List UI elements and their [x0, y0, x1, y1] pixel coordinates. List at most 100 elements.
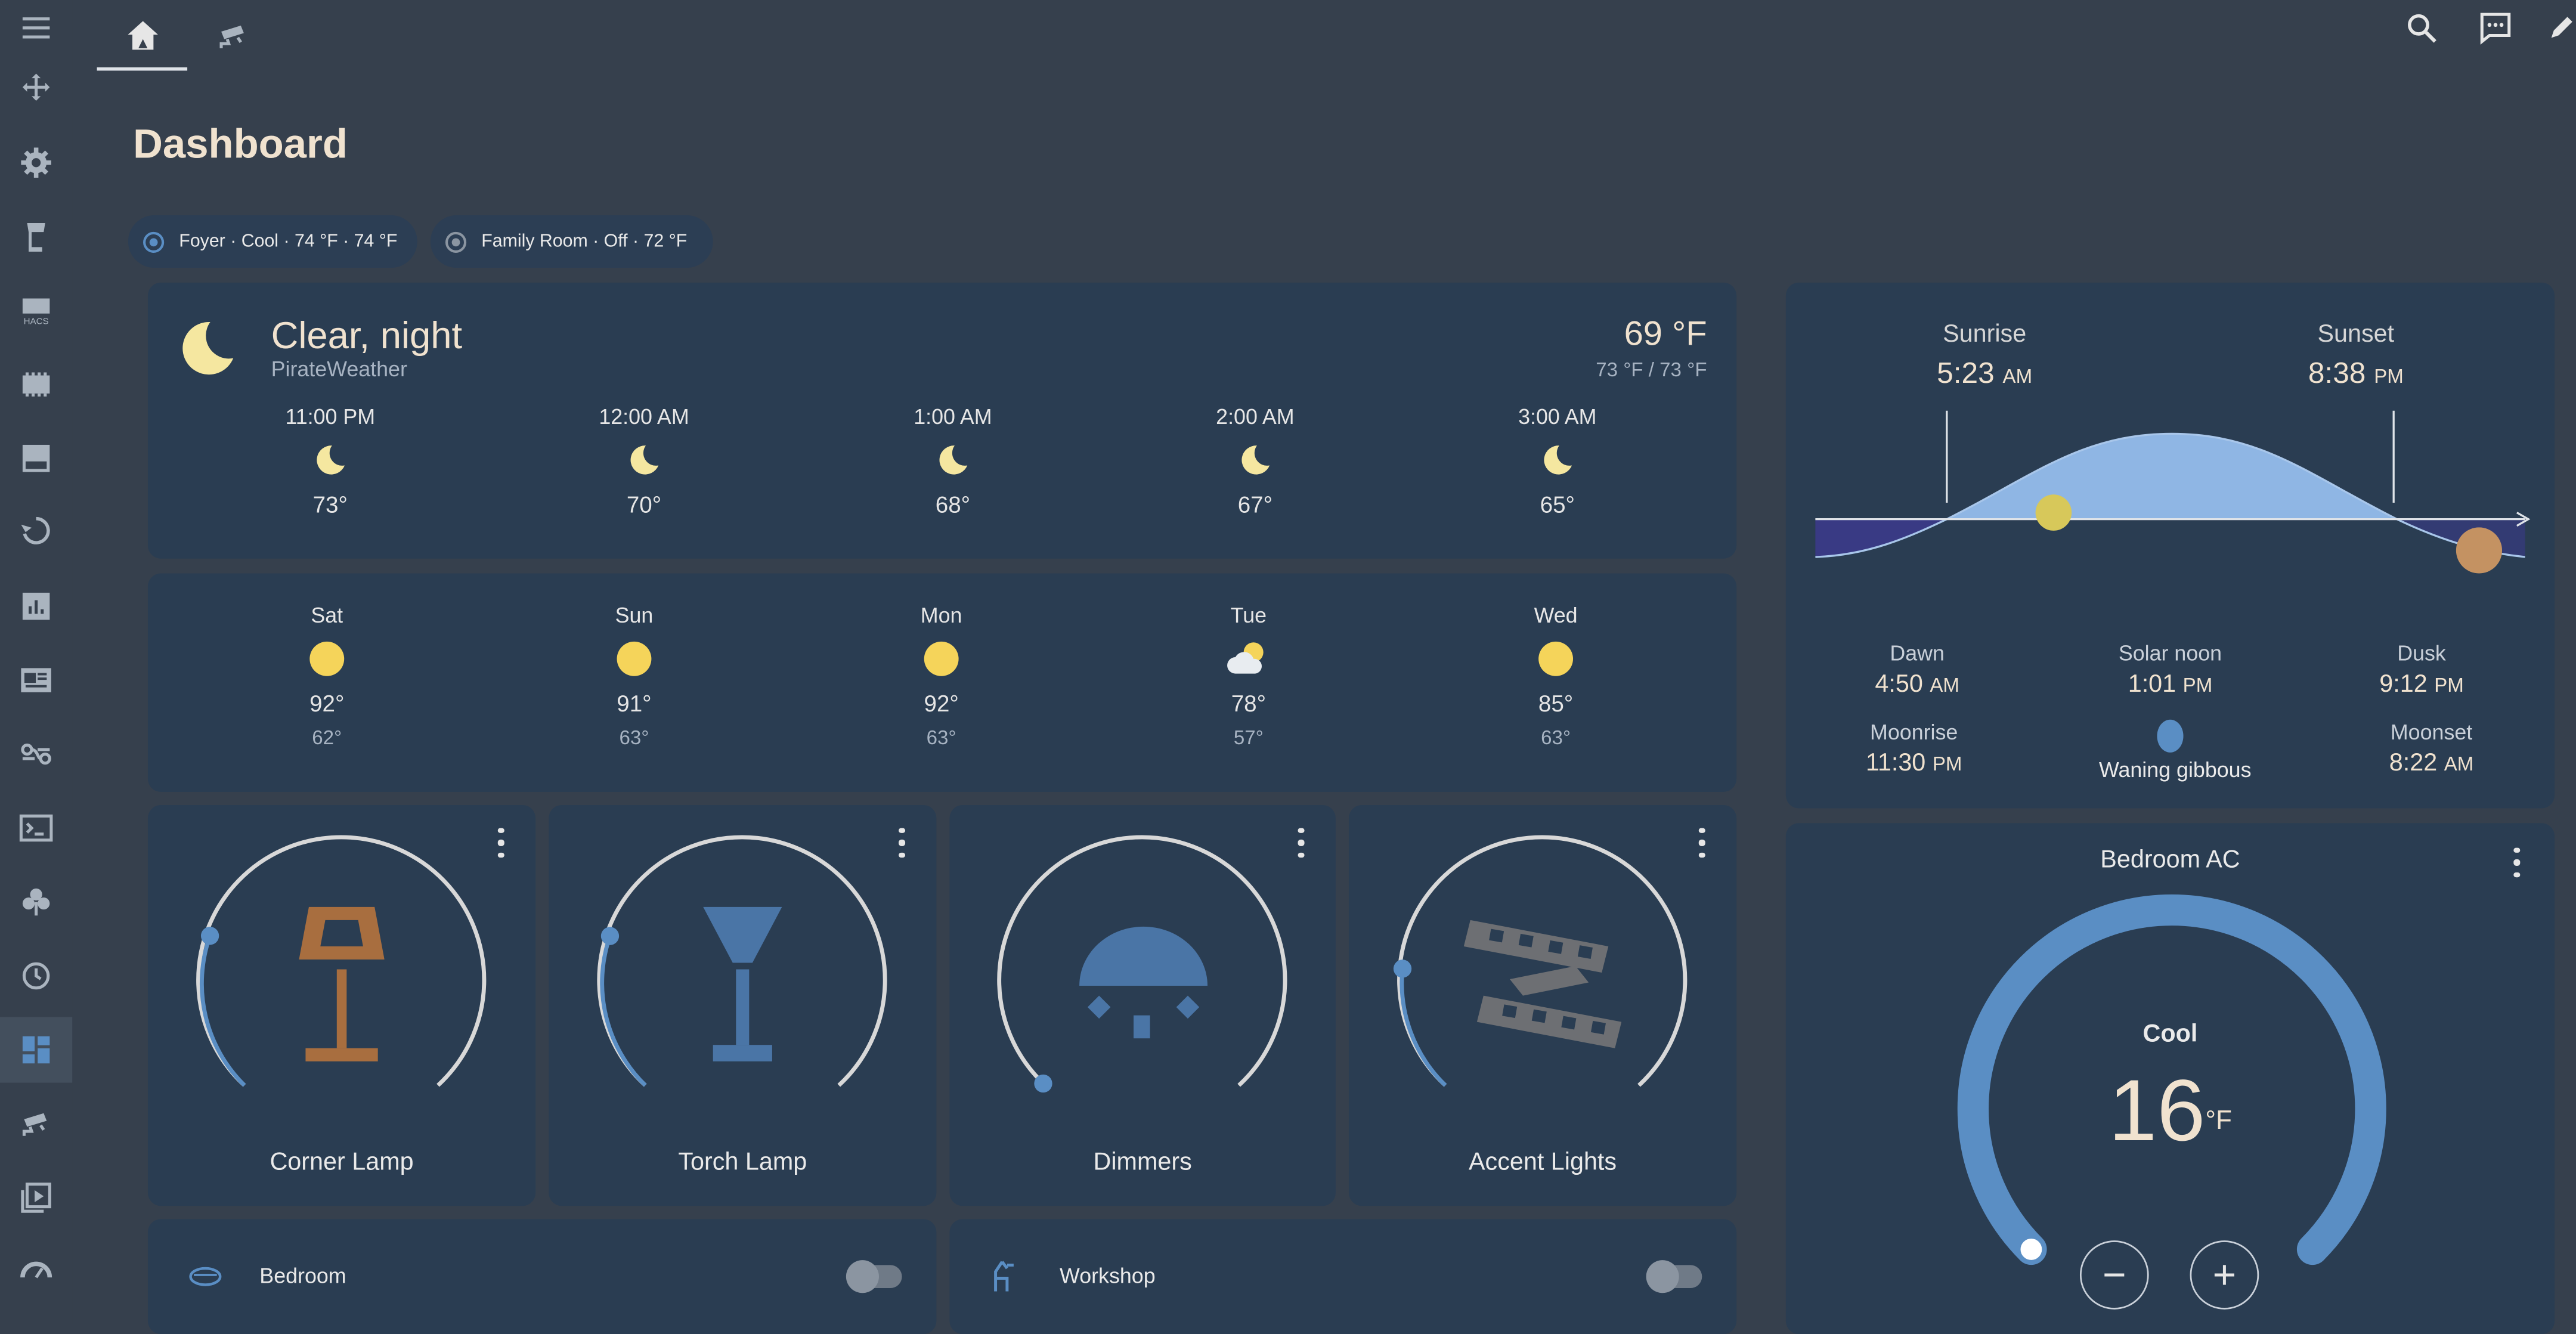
- chart-bar-icon[interactable]: [0, 574, 72, 639]
- hub-nodes-icon[interactable]: [0, 721, 72, 787]
- weather-source: PirateWeather: [271, 356, 407, 382]
- chip-family-room-thermostat[interactable]: Family Room · Off · 72 °F: [430, 215, 713, 268]
- hacs-label: HACS: [24, 316, 49, 326]
- weather-range: 73 °F / 73 °F: [1596, 358, 1707, 382]
- room-card-bedroom[interactable]: Bedroom: [147, 1219, 937, 1334]
- moon-icon: [1241, 445, 1270, 475]
- room-card-workshop[interactable]: Workshop: [949, 1219, 1737, 1334]
- bedroom-toggle[interactable]: [846, 1260, 902, 1293]
- more-options-button[interactable]: [496, 828, 506, 858]
- thermostat-icon: [143, 231, 165, 252]
- dawn-label: Dawn: [1890, 640, 1945, 666]
- decrease-temp-button[interactable]: [2079, 1240, 2149, 1310]
- dusk-time: 9:12 PM: [2379, 670, 2464, 698]
- moon-marker: [2035, 494, 2072, 531]
- partly-cloudy-icon: [1227, 642, 1264, 674]
- moon-icon: [182, 321, 234, 375]
- light-card-torch-lamp[interactable]: Torch Lamp: [549, 805, 937, 1206]
- history-icon[interactable]: [0, 943, 72, 1008]
- weather-temperature: 69 °F: [1624, 315, 1707, 354]
- forecast-day: Wed: [1534, 603, 1578, 628]
- hourly-forecast-0: 11:00 PM 73°: [231, 404, 429, 518]
- chip-foyer-thermostat[interactable]: Foyer · Cool · 74 °F · 74 °F: [128, 215, 417, 268]
- tab-home[interactable]: [97, 0, 188, 71]
- forecast-high: 92°: [924, 690, 959, 717]
- newspaper-icon[interactable]: [0, 648, 72, 713]
- search-button[interactable]: [2400, 7, 2443, 49]
- light-card-dimmers[interactable]: Dimmers: [949, 805, 1336, 1206]
- sun-icon: [309, 641, 345, 676]
- cctv-icon: [219, 24, 244, 48]
- tab-cameras[interactable]: [194, 0, 273, 70]
- page-title: Dashboard: [133, 121, 348, 168]
- arrows-move-icon[interactable]: [0, 56, 72, 122]
- increase-temp-button[interactable]: [2190, 1240, 2259, 1310]
- memory-chip-icon[interactable]: [0, 352, 72, 417]
- forecast-low: 62°: [312, 726, 342, 750]
- room-name: Workshop: [1060, 1263, 1156, 1288]
- moonset-time: 8:22 AM: [2389, 749, 2474, 778]
- home-roof-icon: [127, 20, 157, 49]
- daily-forecast-card[interactable]: Sat 92° 62° Sun 91° 63° Mon 92° 63° Tue …: [147, 573, 1737, 792]
- forecast-time: 2:00 AM: [1216, 404, 1295, 429]
- media-play-icon[interactable]: [0, 1165, 72, 1230]
- hourly-forecast-3: 2:00 AM 67°: [1157, 404, 1354, 518]
- slider-handle[interactable]: [600, 927, 620, 945]
- edit-pencil-icon: [2551, 17, 2572, 38]
- hacs-store-icon[interactable]: HACS: [0, 278, 72, 343]
- daily-forecast-3: Tue 78° 57°: [1150, 603, 1348, 749]
- moon-phase: Waning gibbous: [2098, 757, 2252, 782]
- menu-icon[interactable]: [0, 0, 72, 61]
- light-name: Corner Lamp: [270, 1148, 414, 1177]
- hourly-forecast-1: 12:00 AM 70°: [546, 404, 743, 518]
- dial-handle[interactable]: [2017, 1235, 2045, 1264]
- dawn-time: 4:50 AM: [1875, 670, 1959, 698]
- console-icon[interactable]: [0, 795, 72, 861]
- server-icon[interactable]: [0, 426, 72, 491]
- slider-handle[interactable]: [1034, 1074, 1052, 1093]
- moon-phase-icon: [2157, 719, 2184, 753]
- light-card-corner-lamp[interactable]: Corner Lamp: [147, 805, 536, 1206]
- sun-card[interactable]: Sunrise 5:23 AM Sunset 8:38 PM Dawn 4:50…: [1785, 282, 2555, 809]
- gauge-icon[interactable]: [0, 1236, 72, 1301]
- forecast-time: 11:00 PM: [285, 404, 376, 429]
- sun-marker: [2456, 527, 2503, 574]
- led-strip-icon: [1463, 920, 1622, 1048]
- chess-rook-icon[interactable]: [0, 204, 72, 270]
- daily-forecast-0: Sat 92° 62°: [228, 603, 426, 749]
- thermostat-card[interactable]: Bedroom AC Cool 16°F: [1785, 823, 2555, 1334]
- slider-handle[interactable]: [1393, 960, 1412, 978]
- moon-icon: [939, 445, 968, 475]
- daily-forecast-2: Mon 92° 63°: [843, 603, 1040, 749]
- sidebar: HACS: [0, 0, 73, 1324]
- light-name: Dimmers: [1093, 1148, 1192, 1177]
- forecast-day: Tue: [1230, 603, 1267, 628]
- more-options-button[interactable]: [897, 828, 907, 858]
- forecast-low: 63°: [619, 726, 649, 750]
- forecast-high: 78°: [1231, 690, 1267, 717]
- assist-button[interactable]: [2474, 7, 2517, 49]
- workshop-toggle[interactable]: [1646, 1260, 1702, 1293]
- plus-icon: [2214, 1265, 2234, 1285]
- slider-handle[interactable]: [200, 927, 219, 945]
- moon-icon: [630, 445, 659, 475]
- restore-icon[interactable]: [0, 498, 72, 564]
- more-options-button[interactable]: [1697, 828, 1707, 858]
- cctv-icon[interactable]: [0, 1091, 72, 1156]
- light-card-accent-lights[interactable]: Accent Lights: [1348, 805, 1737, 1206]
- edit-button[interactable]: [2546, 7, 2576, 49]
- cog-icon[interactable]: [0, 130, 72, 196]
- forecast-time: 1:00 AM: [914, 404, 992, 429]
- sun-path-graph: [1815, 410, 2531, 574]
- dusk-label: Dusk: [2397, 640, 2446, 666]
- bed-icon: [189, 1267, 222, 1286]
- clover-icon[interactable]: [0, 869, 72, 934]
- dashboard-icon[interactable]: [0, 1017, 73, 1083]
- forecast-day: Mon: [920, 603, 962, 628]
- more-options-button[interactable]: [1296, 828, 1306, 858]
- sun-icon: [1538, 641, 1574, 676]
- forecast-high: 92°: [309, 690, 345, 717]
- weather-card[interactable]: Clear, night PirateWeather 69 °F 73 °F /…: [147, 282, 1737, 559]
- forecast-temp: 73°: [312, 491, 348, 518]
- ceiling-light-icon: [1079, 926, 1208, 1039]
